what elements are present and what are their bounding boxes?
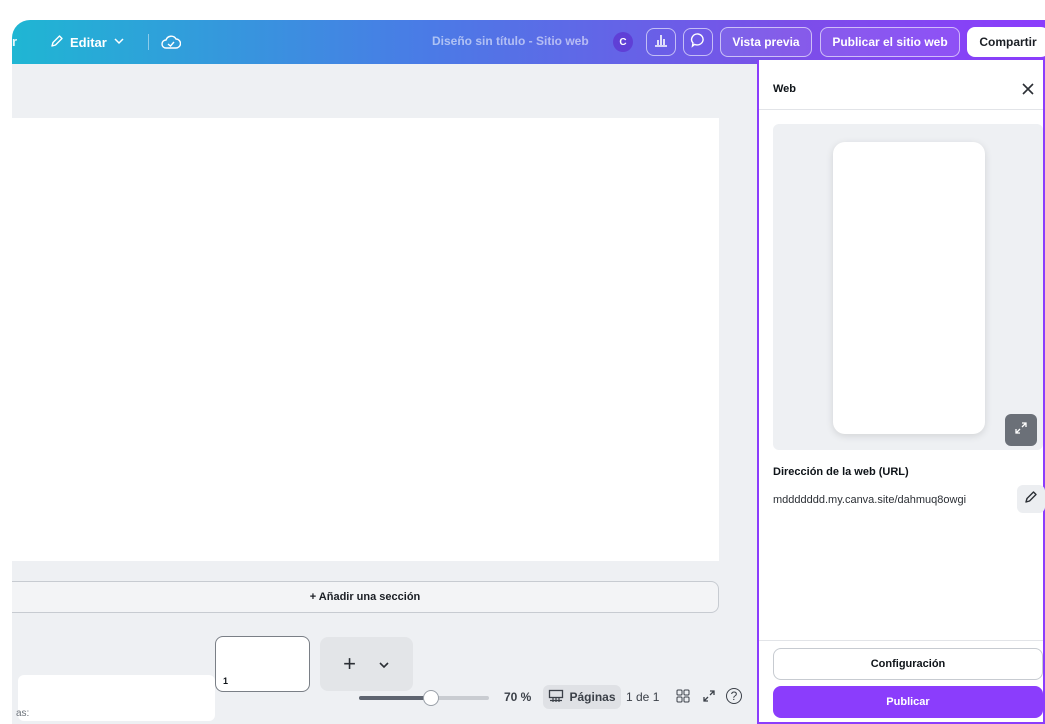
publish-site-button[interactable]: Publicar el sitio web — [820, 27, 960, 57]
phone-mockup — [833, 142, 985, 434]
toolbar-divider — [148, 34, 149, 50]
zoom-slider-handle[interactable] — [422, 690, 439, 706]
share-button[interactable]: Compartir — [967, 27, 1045, 57]
chevron-down-icon[interactable] — [378, 651, 390, 677]
zoom-slider[interactable] — [359, 690, 489, 706]
design-canvas[interactable] — [12, 118, 719, 561]
fullscreen-icon[interactable] — [701, 688, 717, 704]
publish-button[interactable]: Publicar — [773, 686, 1043, 718]
url-value: mddddddd.my.canva.site/dahmuq8owgi — [773, 494, 967, 506]
pencil-icon — [1024, 490, 1038, 509]
page-count: 1 de 1 — [626, 690, 660, 704]
edit-url-button[interactable] — [1017, 485, 1045, 513]
top-bar: r Editar Diseño sin título - Sitio web C — [12, 20, 1045, 64]
cloud-saved-icon[interactable] — [160, 31, 182, 53]
app-window: r Editar Diseño sin título - Sitio web C — [12, 20, 1045, 724]
preview-button[interactable]: Vista previa — [720, 27, 812, 57]
panel-title: Web — [773, 83, 797, 95]
document-title[interactable]: Diseño sin título - Sitio web — [432, 34, 589, 48]
settings-button[interactable]: Configuración — [773, 648, 1043, 680]
grid-view-icon[interactable] — [675, 688, 691, 704]
panel-divider — [759, 640, 1043, 641]
insights-button[interactable] — [646, 28, 676, 56]
plus-icon: + — [343, 651, 356, 676]
expand-preview-button[interactable] — [1005, 414, 1037, 446]
comment-icon — [690, 32, 706, 53]
add-section-button[interactable]: + Añadir una sección — [12, 581, 719, 613]
menu-ghost-text[interactable]: r — [12, 34, 17, 49]
pages-button[interactable]: Páginas — [543, 685, 621, 709]
pages-icon — [548, 689, 564, 706]
notes-area[interactable] — [18, 675, 215, 721]
page-thumbnail-number: 1 — [223, 676, 229, 686]
web-publish-panel: Web Dirección de la web (URL) mddddddd.m… — [757, 60, 1045, 724]
close-icon[interactable] — [1017, 78, 1039, 100]
zoom-level[interactable]: 70 % — [504, 690, 531, 704]
notes-ghost-text: as: — [16, 708, 30, 719]
edit-menu-button[interactable]: Editar — [50, 29, 125, 55]
pencil-icon — [50, 34, 64, 51]
comments-button[interactable] — [683, 28, 713, 56]
zoom-slider-fill — [359, 696, 431, 700]
expand-icon — [1014, 421, 1028, 440]
mobile-preview — [773, 124, 1043, 450]
url-label: Dirección de la web (URL) — [773, 466, 909, 478]
chevron-down-icon — [113, 35, 125, 50]
pages-label: Páginas — [569, 690, 616, 704]
avatar[interactable]: C — [613, 32, 633, 52]
add-page-button[interactable]: + — [320, 637, 413, 691]
panel-header: Web — [759, 60, 1043, 110]
help-icon[interactable]: ? — [726, 688, 742, 704]
edit-menu-label: Editar — [70, 34, 107, 50]
page-thumbnail[interactable]: 1 — [215, 636, 310, 692]
bar-chart-icon — [653, 32, 669, 53]
